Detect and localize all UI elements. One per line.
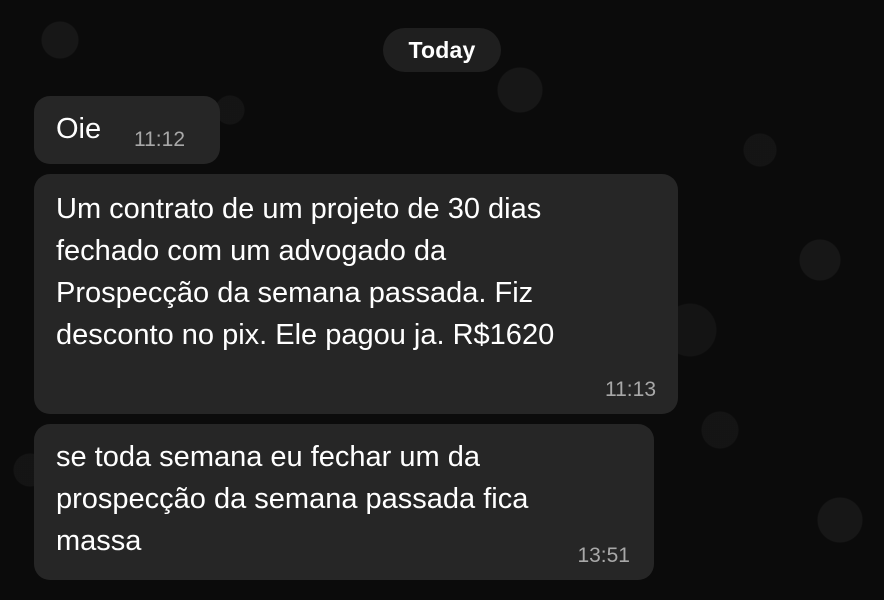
message-bubble[interactable]: Um contrato de um projeto de 30 dias fec…: [34, 174, 678, 414]
message-text: Um contrato de um projeto de 30 dias fec…: [56, 193, 555, 351]
message-timestamp: 13:51: [577, 544, 630, 567]
message-timestamp: 11:13: [605, 378, 656, 401]
message-timestamp: 11:12: [134, 128, 185, 151]
date-separator: Today: [383, 28, 501, 72]
chat-background: Today Oie 11:12 Um contrato de um projet…: [0, 0, 884, 600]
message-text: se toda semana eu fechar um da prospecçã…: [56, 441, 529, 557]
message-bubble[interactable]: se toda semana eu fechar um da prospecçã…: [34, 424, 654, 580]
message-text: Oie: [56, 113, 102, 145]
message-bubble[interactable]: Oie 11:12: [34, 96, 220, 164]
